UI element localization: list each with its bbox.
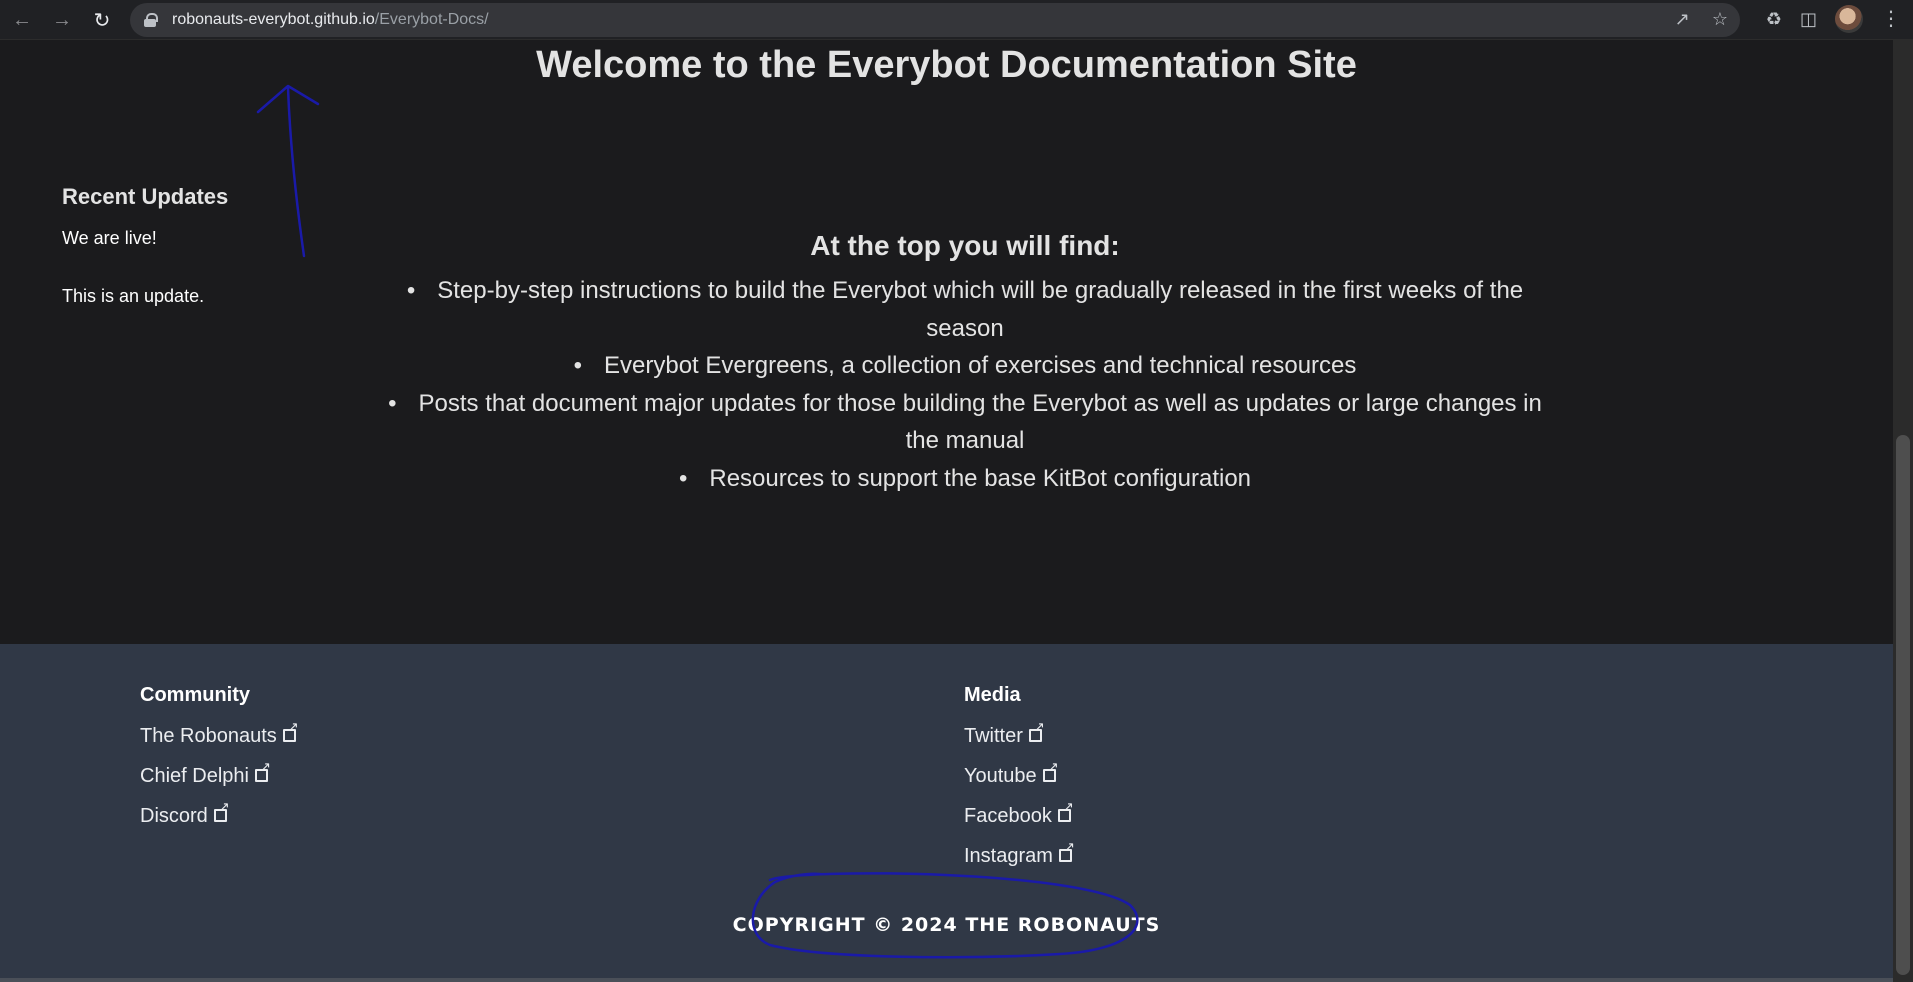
list-item: Step-by-step instructions to build the E… — [380, 272, 1550, 347]
feature-list: Step-by-step instructions to build the E… — [380, 272, 1550, 497]
extensions-icon[interactable]: ♻ — [1766, 9, 1782, 30]
lock-icon[interactable] — [144, 13, 158, 27]
back-arrow-icon[interactable]: ← — [8, 6, 36, 34]
footer-media: Media Twitter Youtube Facebook Instagram — [964, 684, 1075, 885]
address-bar[interactable]: robonauts-everybot.github.io/Everybot-Do… — [130, 3, 1740, 37]
external-link-icon — [1058, 839, 1075, 862]
scrollbar-thumb[interactable] — [1896, 435, 1910, 975]
forward-arrow-icon[interactable]: → — [48, 6, 76, 34]
external-link-icon — [282, 719, 299, 742]
external-link-icon — [1028, 719, 1045, 742]
footer-link-facebook[interactable]: Facebook — [964, 799, 1074, 845]
share-icon[interactable]: ↗ — [1675, 9, 1690, 30]
avatar[interactable] — [1835, 5, 1863, 33]
side-panel-icon[interactable]: ◫ — [1800, 9, 1817, 30]
site-footer: Community The Robonauts Chief Delphi Dis… — [0, 644, 1893, 982]
browser-toolbar: ← → ↻ robonauts-everybot.github.io/Every… — [0, 0, 1913, 40]
external-link-icon — [1057, 799, 1074, 822]
footer-heading: Community — [140, 684, 250, 706]
footer-heading: Media — [964, 684, 1021, 706]
external-link-icon — [254, 759, 271, 782]
recent-updates-panel: Recent Updates We are live! This is an u… — [62, 184, 322, 344]
list-item: Everybot Evergreens, a collection of exe… — [380, 347, 1550, 385]
page-title: Welcome to the Everybot Documentation Si… — [536, 44, 1357, 86]
footer-link-youtube[interactable]: Youtube — [964, 759, 1073, 805]
footer-link-instagram[interactable]: Instagram — [964, 839, 1075, 885]
update-item: This is an update. — [62, 286, 205, 306]
update-item: We are live! — [62, 228, 157, 248]
url-text[interactable]: robonauts-everybot.github.io/Everybot-Do… — [172, 11, 489, 29]
footer-link-discord[interactable]: Discord — [140, 799, 297, 845]
vertical-scrollbar[interactable] — [1893, 40, 1913, 982]
footer-link-robonauts[interactable]: The Robonauts — [140, 719, 299, 765]
horizontal-scrollbar[interactable] — [0, 978, 1893, 982]
kebab-menu-icon[interactable]: ⋮ — [1881, 9, 1901, 29]
footer-community: Community The Robonauts Chief Delphi Dis… — [140, 684, 299, 845]
intro-section: At the top you will find: Step-by-step i… — [380, 230, 1550, 497]
external-link-icon — [213, 799, 230, 822]
reload-icon[interactable]: ↻ — [88, 6, 116, 34]
recent-updates-heading: Recent Updates — [62, 184, 229, 209]
list-item: Posts that document major updates for th… — [380, 385, 1550, 460]
main-content: Welcome to the Everybot Documentation Si… — [0, 40, 1893, 644]
star-icon[interactable]: ☆ — [1712, 9, 1728, 30]
copyright-text: COPYRIGHT © 2024 THE ROBONAUTS — [732, 914, 1161, 936]
list-item: Resources to support the base KitBot con… — [380, 460, 1550, 498]
intro-subheading: At the top you will find: — [810, 230, 1120, 261]
external-link-icon — [1042, 759, 1059, 782]
